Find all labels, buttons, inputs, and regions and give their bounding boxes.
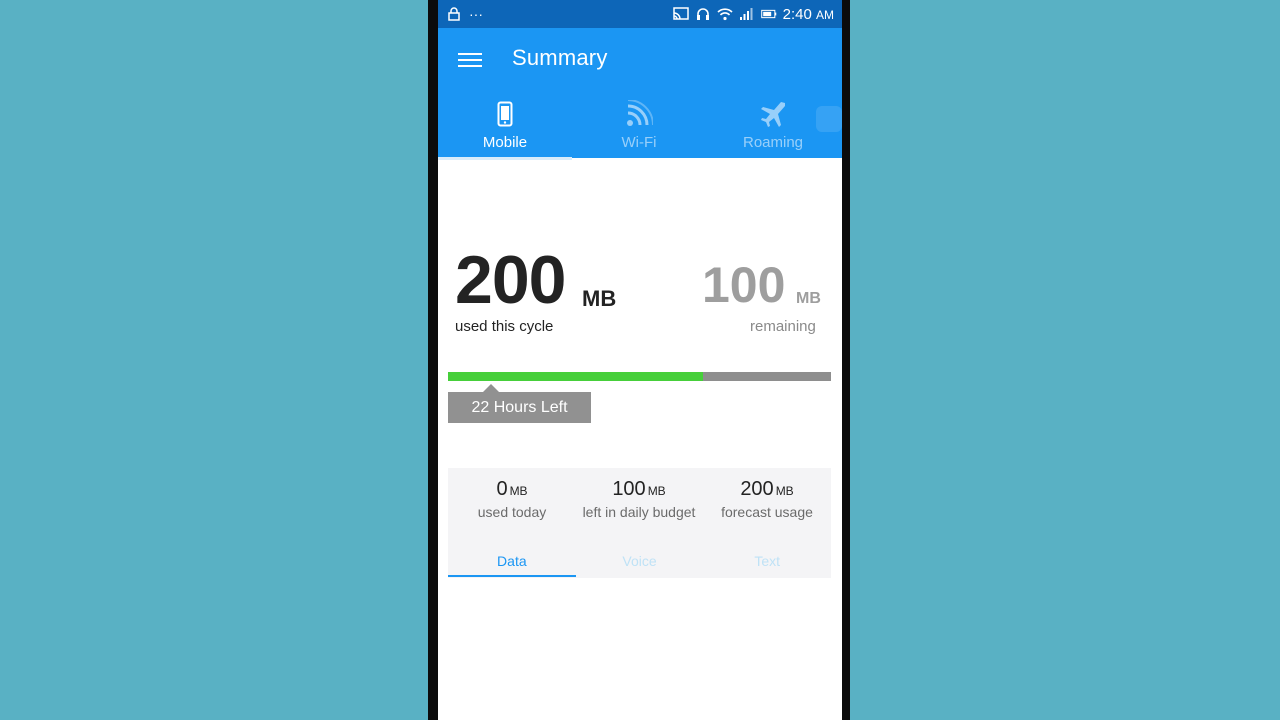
lock-icon [446, 7, 462, 21]
stat-daily-budget: 100 MB left in daily budget [575, 478, 703, 521]
time-left-badge: 22 Hours Left [448, 392, 591, 423]
airplane-icon [759, 100, 787, 128]
battery-icon [760, 7, 777, 21]
stat-value: 0 MB [496, 478, 528, 500]
stat-label: used today [477, 504, 547, 520]
usage-progress-fill [448, 372, 704, 381]
tab-label: Wi-Fi [621, 134, 657, 151]
stat-label: forecast usage [721, 504, 813, 520]
stat-value: 200 MB [740, 478, 794, 500]
wifi-icon [717, 7, 733, 21]
usage-tabs: Mobile Wi-Fi Roaming [438, 96, 842, 158]
tab-wifi[interactable]: Wi-Fi [572, 96, 706, 158]
stats-card: 0 MB used today 100 MB left in daily budge… [448, 468, 831, 578]
status-notifications: ··· [446, 6, 484, 22]
menu-button[interactable] [458, 48, 482, 72]
used-label: used this cycle [455, 318, 554, 335]
phone-icon [491, 100, 519, 128]
used-value: 200 [455, 242, 566, 318]
usage-progress-bar [448, 372, 831, 381]
hamburger-icon [458, 53, 482, 55]
stat-forecast: 200 MB forecast usage [703, 478, 831, 521]
stat-label: left in daily budget [582, 504, 696, 520]
tab-voice[interactable]: Voice [576, 550, 704, 578]
tab-mobile[interactable]: Mobile [438, 96, 572, 158]
stat-value: 100 MB [612, 478, 666, 500]
signal-3g-icon [739, 7, 755, 21]
remaining-unit: MB [796, 290, 821, 307]
usage-type-tabs: Data Voice Text [448, 550, 831, 578]
phone-screen: ··· 2:40 AM Summary Mobile Wi-Fi Roaming… [438, 0, 842, 720]
status-bar: ··· 2:40 AM [438, 0, 842, 28]
tab-overflow-peek [816, 106, 842, 132]
status-time: 2:40 AM [782, 5, 834, 23]
cast-icon [672, 7, 689, 21]
remaining-value: 100 [702, 257, 786, 313]
remaining-label: remaining [750, 318, 816, 335]
headphones-icon [695, 7, 711, 21]
wifi-icon [625, 100, 653, 128]
stat-used-today: 0 MB used today [448, 478, 576, 521]
usage-summary: 200 MB used this cycle 100 MB remaining … [438, 160, 842, 720]
tab-label: Mobile [482, 134, 528, 151]
status-system-icons: 2:40 AM [672, 5, 834, 23]
tab-data[interactable]: Data [448, 550, 576, 578]
used-unit: MB [582, 286, 617, 311]
page-title: Summary [512, 45, 608, 70]
tab-label: Roaming [742, 134, 804, 151]
app-bar: Summary Mobile Wi-Fi Roaming [438, 28, 842, 160]
hours-badge-pointer [483, 384, 499, 392]
tab-text[interactable]: Text [703, 550, 831, 578]
active-sub-tab-indicator [448, 575, 576, 577]
more-notifications-icon: ··· [469, 6, 483, 22]
